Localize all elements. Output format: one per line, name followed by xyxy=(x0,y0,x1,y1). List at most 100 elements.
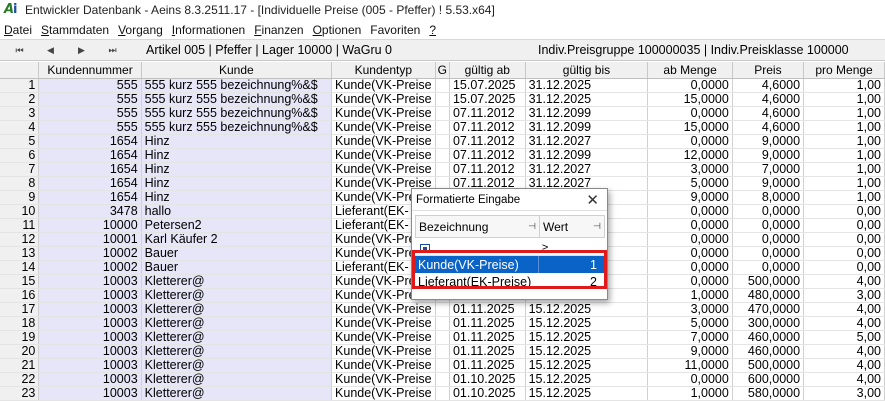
column-header-bezeichnung[interactable]: Bezeichnung ⊣ xyxy=(416,216,540,237)
table-cell[interactable]: 1,0000 xyxy=(647,288,733,303)
table-cell[interactable]: 555 xyxy=(38,120,142,135)
table-cell[interactable]: Kunde(VK-Preise xyxy=(331,120,436,135)
table-cell[interactable]: 15.07.2025 xyxy=(449,78,526,93)
table-cell[interactable]: 0,0000 xyxy=(647,78,733,93)
table-cell[interactable]: Kunde(VK-Preise xyxy=(331,78,436,93)
table-cell[interactable]: 1,00 xyxy=(803,162,885,177)
column-header-2[interactable]: Kunde xyxy=(141,62,333,79)
table-row[interactable]: 5 1654 Hinz Kunde(VK-Preise 07.11.2012 31.12.… xyxy=(0,134,885,149)
table-cell[interactable]: Kletterer@ xyxy=(141,372,333,387)
table-cell[interactable]: Kletterer@ xyxy=(141,288,333,303)
table-cell[interactable]: 4,6000 xyxy=(732,92,805,107)
table-cell[interactable]: 10000 xyxy=(38,218,142,233)
table-cell[interactable]: 300,0000 xyxy=(732,316,805,331)
table-cell[interactable]: 1,00 xyxy=(803,78,885,93)
table-row[interactable]: 17 10003 Kletterer@ Kunde(VK-Preise 01.11.20… xyxy=(0,302,885,317)
table-cell[interactable]: 10003 xyxy=(38,302,142,317)
table-cell[interactable]: Kunde(VK-Preise xyxy=(331,386,436,401)
table-cell[interactable] xyxy=(435,302,450,317)
table-cell[interactable]: 0,0000 xyxy=(732,246,805,261)
table-row[interactable]: 7 1654 Hinz Kunde(VK-Preise 07.11.2012 31.12.… xyxy=(0,162,885,177)
table-cell[interactable]: 15.12.2025 xyxy=(525,372,649,387)
table-cell[interactable]: 07.11.2012 xyxy=(449,134,526,149)
table-cell[interactable]: 4,6000 xyxy=(732,78,805,93)
table-cell[interactable]: 15.12.2025 xyxy=(525,344,649,359)
table-row[interactable]: 18 10003 Kletterer@ Kunde(VK-Preise 01.11.20… xyxy=(0,316,885,331)
table-cell[interactable] xyxy=(435,120,450,135)
table-cell[interactable] xyxy=(435,162,450,177)
table-cell[interactable]: 01.11.2025 xyxy=(449,330,526,345)
column-header-6[interactable]: gültig bis xyxy=(525,62,649,79)
table-row[interactable]: 22 10003 Kletterer@ Kunde(VK-Preise 01.10.20… xyxy=(0,372,885,387)
column-header-1[interactable]: Kundennummer xyxy=(38,62,142,79)
table-cell[interactable]: 1654 xyxy=(38,190,142,205)
table-cell[interactable]: Petersen2 xyxy=(141,218,333,233)
table-cell[interactable]: Kunde(VK-Preise xyxy=(331,316,436,331)
table-cell[interactable]: 3,00 xyxy=(803,288,885,303)
table-row[interactable]: 21 10003 Kletterer@ Kunde(VK-Preise 01.11.20… xyxy=(0,358,885,373)
table-cell[interactable]: 0,0000 xyxy=(647,260,733,275)
table-cell[interactable]: Kunde(VK-Preise xyxy=(331,106,436,121)
table-cell[interactable]: 15.12.2025 xyxy=(525,358,649,373)
table-cell[interactable]: Kunde(VK-Preise xyxy=(331,134,436,149)
table-row[interactable]: 20 10003 Kletterer@ Kunde(VK-Preise 01.11.20… xyxy=(0,344,885,359)
table-cell[interactable]: 10003 xyxy=(38,344,142,359)
table-cell[interactable] xyxy=(435,78,450,93)
table-cell[interactable]: 0,0000 xyxy=(732,232,805,247)
table-cell[interactable]: 07.11.2012 xyxy=(449,106,526,121)
table-cell[interactable]: 8,0000 xyxy=(732,190,805,205)
table-cell[interactable]: 10003 xyxy=(38,274,142,289)
table-cell[interactable]: Kletterer@ xyxy=(141,330,333,345)
table-cell[interactable]: Hinz xyxy=(141,162,333,177)
table-cell[interactable]: 01.11.2025 xyxy=(449,316,526,331)
table-cell[interactable]: 580,0000 xyxy=(732,386,805,401)
column-header-wert[interactable]: Wert ⊣ xyxy=(540,216,604,237)
table-cell[interactable] xyxy=(435,386,450,401)
table-cell[interactable]: 10001 xyxy=(38,232,142,247)
table-cell[interactable]: 0,00 xyxy=(803,260,885,275)
table-cell[interactable] xyxy=(435,106,450,121)
table-cell[interactable]: 1,00 xyxy=(803,92,885,107)
table-cell[interactable]: 3478 xyxy=(38,204,142,219)
pin-icon[interactable]: ⊣ xyxy=(593,221,601,232)
close-icon[interactable]: ✕ xyxy=(586,191,599,209)
table-cell[interactable]: 1,00 xyxy=(803,148,885,163)
table-cell[interactable]: 01.11.2025 xyxy=(449,358,526,373)
table-cell[interactable]: 0,0000 xyxy=(647,232,733,247)
menu-item-stammdaten[interactable]: Stammdaten xyxy=(41,23,109,37)
table-cell[interactable] xyxy=(435,344,450,359)
table-row[interactable]: 3 555 555 kurz 555 bezeichnung%&$ Kunde(VK-… xyxy=(0,106,885,121)
table-cell[interactable] xyxy=(435,316,450,331)
table-cell[interactable]: Kunde(VK-Preise xyxy=(331,330,436,345)
menu-item-optionen[interactable]: Optionen xyxy=(313,23,362,37)
table-cell[interactable]: 31.12.2027 xyxy=(525,134,649,149)
table-cell[interactable]: 555 kurz 555 bezeichnung%&$ xyxy=(141,78,333,93)
table-cell[interactable]: 15.12.2025 xyxy=(525,316,649,331)
table-cell[interactable]: Kletterer@ xyxy=(141,316,333,331)
table-cell[interactable]: 15.07.2025 xyxy=(449,92,526,107)
table-cell[interactable]: 1654 xyxy=(38,162,142,177)
table-cell[interactable]: 0,00 xyxy=(803,232,885,247)
table-cell[interactable]: Kunde(VK-Preise xyxy=(331,372,436,387)
table-cell[interactable]: 10003 xyxy=(38,358,142,373)
table-cell[interactable]: 31.12.2025 xyxy=(525,92,649,107)
table-cell[interactable]: Bauer xyxy=(141,246,333,261)
table-cell[interactable]: 9,0000 xyxy=(647,344,733,359)
table-cell[interactable]: 07.11.2012 xyxy=(449,120,526,135)
table-cell[interactable]: 3,0000 xyxy=(647,302,733,317)
table-cell[interactable]: 01.10.2025 xyxy=(449,372,526,387)
table-cell[interactable]: 0,0000 xyxy=(647,204,733,219)
table-cell[interactable]: Hinz xyxy=(141,190,333,205)
table-cell[interactable]: 10003 xyxy=(38,372,142,387)
table-cell[interactable]: Kletterer@ xyxy=(141,358,333,373)
column-header-5[interactable]: gültig ab xyxy=(449,62,526,79)
table-cell[interactable] xyxy=(435,134,450,149)
table-cell[interactable]: 31.12.2099 xyxy=(525,148,649,163)
table-cell[interactable]: 460,0000 xyxy=(732,344,805,359)
table-cell[interactable]: 15.12.2025 xyxy=(525,302,649,317)
table-cell[interactable]: 1654 xyxy=(38,176,142,191)
table-cell[interactable]: hallo xyxy=(141,204,333,219)
table-cell[interactable]: 5,00 xyxy=(803,330,885,345)
table-cell[interactable]: 10003 xyxy=(38,316,142,331)
table-cell[interactable]: 1,00 xyxy=(803,106,885,121)
